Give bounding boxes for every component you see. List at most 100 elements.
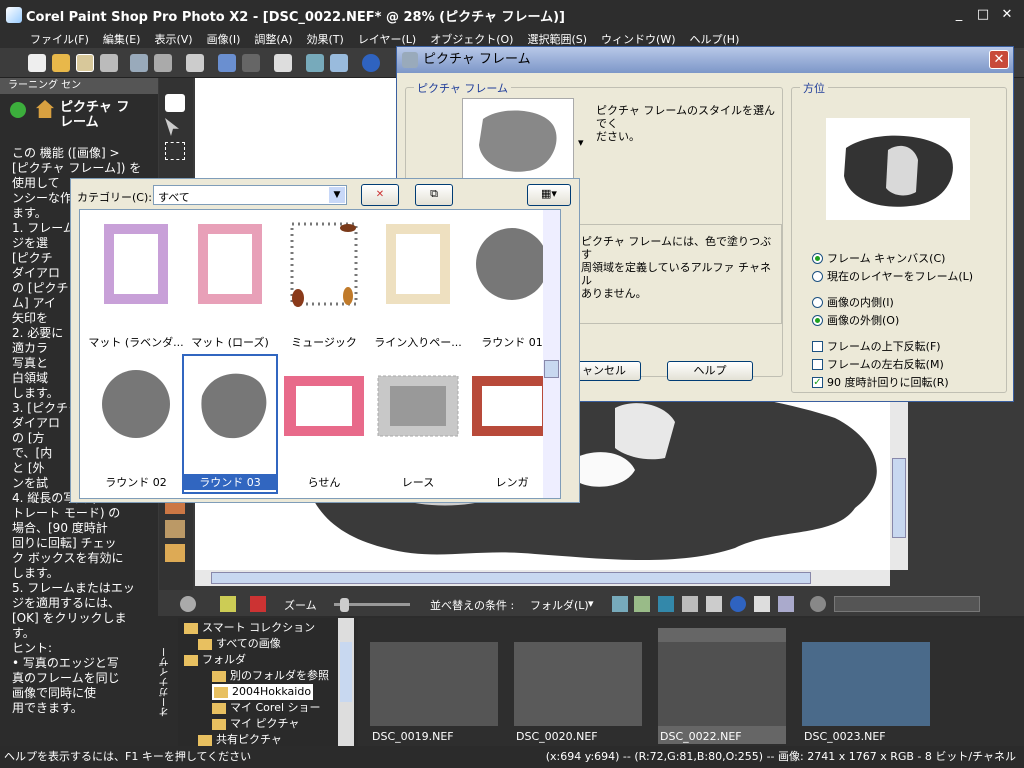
frame-style-item[interactable]: ミュージック <box>276 214 372 354</box>
folder-tree-item[interactable]: マイ Corel ショー <box>212 700 321 716</box>
frame-style-item[interactable]: マット (ラベンダ... <box>88 214 184 354</box>
print-icon[interactable] <box>154 54 172 72</box>
thumbnail-item[interactable]: DSC_0022.NEF <box>658 628 786 744</box>
menu-layers[interactable]: レイヤー(L) <box>358 31 416 47</box>
browse-icon[interactable] <box>76 54 94 72</box>
learning-center-title: ピクチャ フ レーム <box>60 100 130 130</box>
pan-tool-icon[interactable] <box>165 94 185 112</box>
chevron-down-icon[interactable]: ▾ <box>588 597 594 610</box>
frame-preview-button[interactable] <box>462 98 574 186</box>
back-icon[interactable] <box>10 102 26 118</box>
eraser2-icon[interactable] <box>706 596 722 612</box>
photo-icon[interactable] <box>612 596 628 612</box>
radio-inside-indicator <box>812 296 823 308</box>
menu-view[interactable]: 表示(V) <box>154 31 192 47</box>
tag-icon[interactable] <box>778 596 794 612</box>
menu-help[interactable]: ヘルプ(H) <box>690 31 740 47</box>
menu-objects[interactable]: オブジェクト(O) <box>430 31 513 47</box>
menu-selections[interactable]: 選択範囲(S) <box>527 31 587 47</box>
delete-icon[interactable] <box>250 596 266 612</box>
frame-layer-radio[interactable]: 現在のレイヤーをフレーム(L) <box>812 268 973 284</box>
frame-style-item[interactable]: ラウンド 02 <box>88 354 184 494</box>
dialog-close-button[interactable]: ✕ <box>989 50 1009 69</box>
undo-icon[interactable] <box>218 54 236 72</box>
mail-icon[interactable] <box>754 596 770 612</box>
info2-icon[interactable] <box>730 596 746 612</box>
canvas-horizontal-scrollbar[interactable] <box>195 570 890 586</box>
rotate-90-checkbox[interactable]: ✓ 90 度時計回りに回転(R) <box>812 374 949 390</box>
thumbnail-image <box>658 642 786 726</box>
menu-adjust[interactable]: 調整(A) <box>254 31 292 47</box>
sort-dropdown[interactable]: フォルダ(L) <box>530 597 589 613</box>
inside-image-radio[interactable]: 画像の内側(I) <box>812 294 894 310</box>
view-options-button[interactable]: ▦▾ <box>527 184 571 206</box>
folder-tree-item[interactable]: すべての画像 <box>198 636 281 652</box>
open-icon[interactable] <box>52 54 70 72</box>
folder-tree-item[interactable]: マイ ピクチャ <box>212 716 299 732</box>
monitor-icon[interactable] <box>658 596 674 612</box>
organizer-menu-icon[interactable] <box>180 596 196 612</box>
paint-tool-icon[interactable] <box>165 544 185 562</box>
folder-tree-item[interactable]: フォルダ <box>184 652 246 668</box>
edit-icon[interactable] <box>274 54 292 72</box>
frame-style-item[interactable]: らせん <box>276 354 372 494</box>
menu-window[interactable]: ウィンドウ(W) <box>601 31 675 47</box>
radio-outside-indicator <box>812 314 823 326</box>
delete-preset-button[interactable]: ✕ <box>361 184 399 206</box>
search-input[interactable] <box>834 596 980 612</box>
frame-style-item[interactable]: ラウンド 03 <box>182 354 278 494</box>
minimize-icon[interactable]: _ <box>950 6 968 24</box>
tree-scrollbar[interactable] <box>338 618 354 746</box>
close-icon[interactable]: ✕ <box>998 6 1016 24</box>
tree-scroll-thumb[interactable] <box>340 642 352 702</box>
flip-vertical-checkbox[interactable]: フレームの上下反転(F) <box>812 338 941 354</box>
folder-tree-item[interactable]: スマート コレクション <box>184 620 315 636</box>
grid-scroll-thumb[interactable] <box>544 360 559 378</box>
thumbnail-item[interactable]: DSC_0023.NEF <box>802 628 930 744</box>
folder-tree-item[interactable]: 別のフォルダを参照 <box>212 668 329 684</box>
horizontal-scroll-thumb[interactable] <box>211 572 811 584</box>
copy-button[interactable]: ⧉ <box>415 184 453 206</box>
binoculars-icon[interactable] <box>810 596 826 612</box>
vertical-scroll-thumb[interactable] <box>892 458 906 538</box>
chevron-down-icon[interactable]: ▾ <box>578 136 584 149</box>
category-select[interactable]: すべて ▼ <box>153 185 347 205</box>
retouch-tool-icon[interactable] <box>165 520 185 538</box>
print2-icon[interactable] <box>682 596 698 612</box>
redo-icon[interactable] <box>242 54 260 72</box>
menu-file[interactable]: ファイル(F) <box>30 31 89 47</box>
delete-preset-icon: ✕ <box>375 189 385 200</box>
maximize-icon[interactable]: □ <box>974 6 992 24</box>
info-icon[interactable] <box>362 54 380 72</box>
menu-edit[interactable]: 編集(E) <box>103 31 141 47</box>
save-icon[interactable] <box>130 54 148 72</box>
status-pixel-info: (x:694 y:694) -- (R:72,G:81,B:80,O:255) … <box>545 750 1016 763</box>
menu-image[interactable]: 画像(I) <box>207 31 241 47</box>
folder-tree-item[interactable]: 2004Hokkaido <box>212 684 314 700</box>
eraser-icon[interactable] <box>186 54 204 72</box>
chevron-down-icon[interactable]: ▼ <box>329 187 345 203</box>
help-button[interactable]: ヘルプ <box>667 361 753 381</box>
frame-style-item[interactable]: ライン入りペー... <box>370 214 466 354</box>
folder-add-icon[interactable] <box>220 596 236 612</box>
home-icon[interactable] <box>36 100 54 118</box>
thumbnail-item[interactable]: DSC_0020.NEF <box>514 628 642 744</box>
view-options-icon: ▦▾ <box>541 187 557 200</box>
frame-style-item[interactable]: レース <box>370 354 466 494</box>
grid-scrollbar[interactable] <box>543 210 560 498</box>
selection-tool-icon[interactable] <box>165 142 185 160</box>
thumbnail-item[interactable]: DSC_0019.NEF <box>370 628 498 744</box>
scan-icon[interactable] <box>100 54 118 72</box>
pick-tool-icon[interactable] <box>165 118 179 136</box>
frame-canvas-radio[interactable]: フレーム キャンバス(C) <box>812 250 945 266</box>
new-icon[interactable] <box>28 54 46 72</box>
outside-image-radio[interactable]: 画像の外側(O) <box>812 312 899 328</box>
photo2-icon[interactable] <box>634 596 650 612</box>
palette-icon[interactable] <box>330 54 348 72</box>
zoom-slider-thumb[interactable] <box>340 598 349 612</box>
flip-horizontal-checkbox[interactable]: フレームの左右反転(M) <box>812 356 944 372</box>
frame-style-item[interactable]: マット (ローズ) <box>182 214 278 354</box>
layers-icon[interactable] <box>306 54 324 72</box>
menu-effects[interactable]: 効果(T) <box>307 31 344 47</box>
frame-style-label: レース <box>401 476 435 489</box>
